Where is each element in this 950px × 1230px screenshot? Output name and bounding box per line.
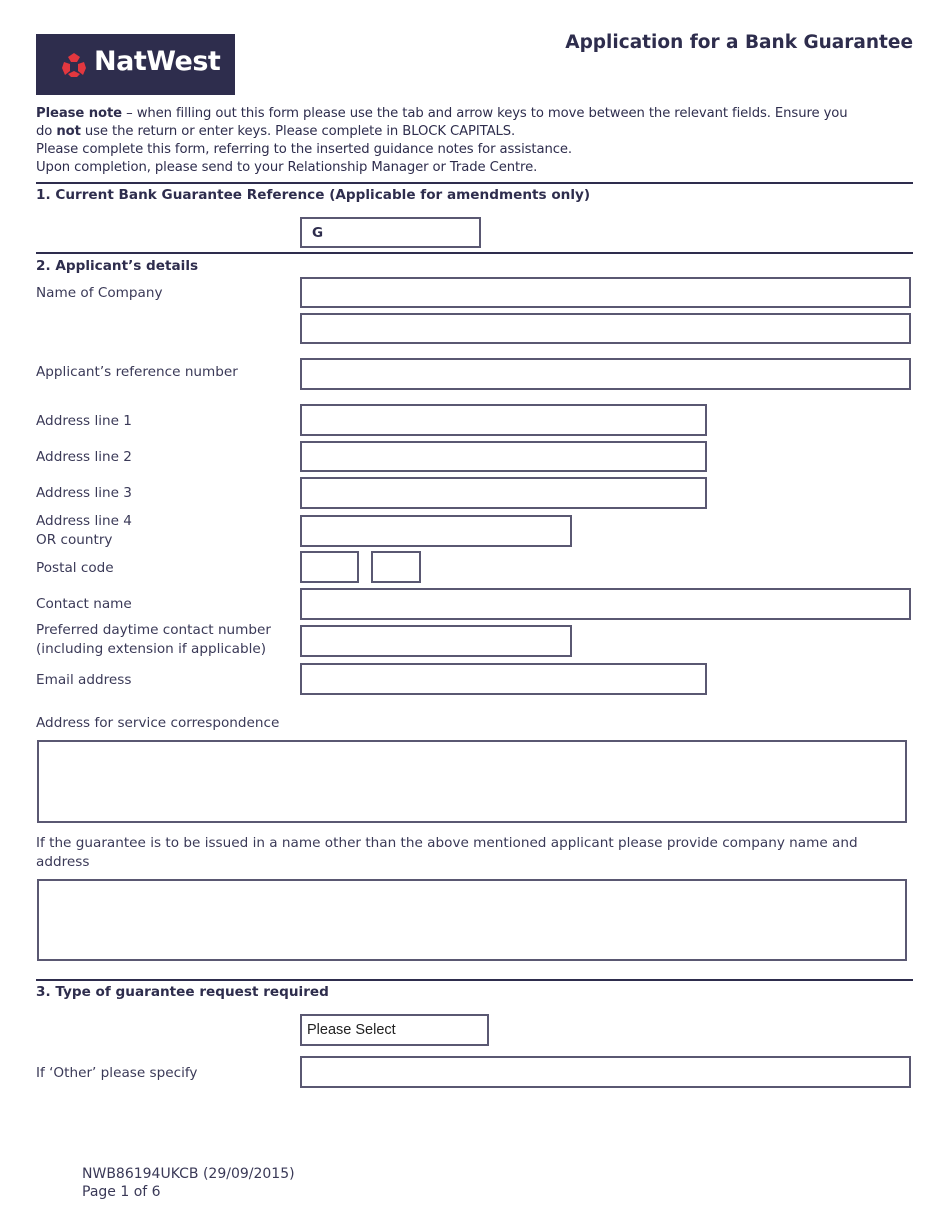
contact-name-input[interactable] [300,588,911,620]
address-line-1-input[interactable] [300,404,707,436]
postal-code-input-part-2[interactable] [371,551,421,583]
other-name-label-line-1: If the guarantee is to be issued in a na… [36,835,858,851]
address-line-4-label: Address line 4 OR country [36,512,132,550]
reference-number-label: Applicant’s reference number [36,364,238,380]
contact-name-label: Contact name [36,596,132,612]
contact-number-input[interactable] [300,625,572,657]
guarantee-type-select[interactable]: Please Select [300,1014,489,1046]
address-line-3-input[interactable] [300,477,707,509]
brand-name: NatWest [94,46,221,77]
note-line-4: Upon completion, please send to your Rel… [36,160,538,175]
note-line-1: Please note – when filling out this form… [36,106,848,121]
divider [36,182,913,184]
address-line-4-input[interactable] [300,515,572,547]
company-name-input-line-2[interactable] [300,313,911,344]
other-name-textarea[interactable] [37,879,907,961]
other-specify-label: If ‘Other’ please specify [36,1065,198,1081]
postal-code-input-part-1[interactable] [300,551,359,583]
page-title: Application for a Bank Guarantee [565,32,913,53]
natwest-cubes-icon [62,53,86,77]
company-name-label: Name of Company [36,285,163,301]
address-line-2-input[interactable] [300,441,707,472]
other-name-label: If the guarantee is to be issued in a na… [36,834,858,872]
contact-number-label-line-1: Preferred daytime contact number [36,622,271,638]
natwest-logo: NatWest [36,34,235,95]
note-line-3: Please complete this form, referring to … [36,142,572,157]
page-number: Page 1 of 6 [82,1184,161,1200]
section-3-heading: 3. Type of guarantee request required [36,984,329,1000]
other-name-label-line-2: address [36,854,90,870]
note-bold-label: Please note [36,106,123,121]
section-1-heading: 1. Current Bank Guarantee Reference (App… [36,187,591,203]
reference-number-input[interactable] [300,358,911,390]
guarantee-reference-input[interactable] [300,217,481,248]
address-line-4-label-line-2: OR country [36,532,113,548]
postal-code-label: Postal code [36,560,114,576]
address-line-3-label: Address line 3 [36,485,132,501]
section-2-heading: 2. Applicant’s details [36,258,199,274]
contact-number-label: Preferred daytime contact number (includ… [36,621,271,659]
contact-number-label-line-2: (including extension if applicable) [36,641,267,657]
service-address-label: Address for service correspondence [36,715,280,731]
company-name-input-line-1[interactable] [300,277,911,308]
other-specify-input[interactable] [300,1056,911,1088]
form-code: NWB86194UKCB (29/09/2015) [82,1166,295,1182]
note-text: – when filling out this form please use … [122,106,848,121]
note-bold-not: not [56,124,81,139]
note-text: do [36,124,57,139]
address-line-2-label: Address line 2 [36,449,132,465]
note-text: use the return or enter keys. Please com… [80,124,516,139]
divider [36,252,913,254]
service-address-textarea[interactable] [37,740,907,823]
email-input[interactable] [300,663,707,695]
address-line-4-label-line-1: Address line 4 [36,513,132,529]
email-label: Email address [36,672,132,688]
address-line-1-label: Address line 1 [36,413,132,429]
note-line-2: do not use the return or enter keys. Ple… [36,124,515,139]
divider [36,979,913,981]
